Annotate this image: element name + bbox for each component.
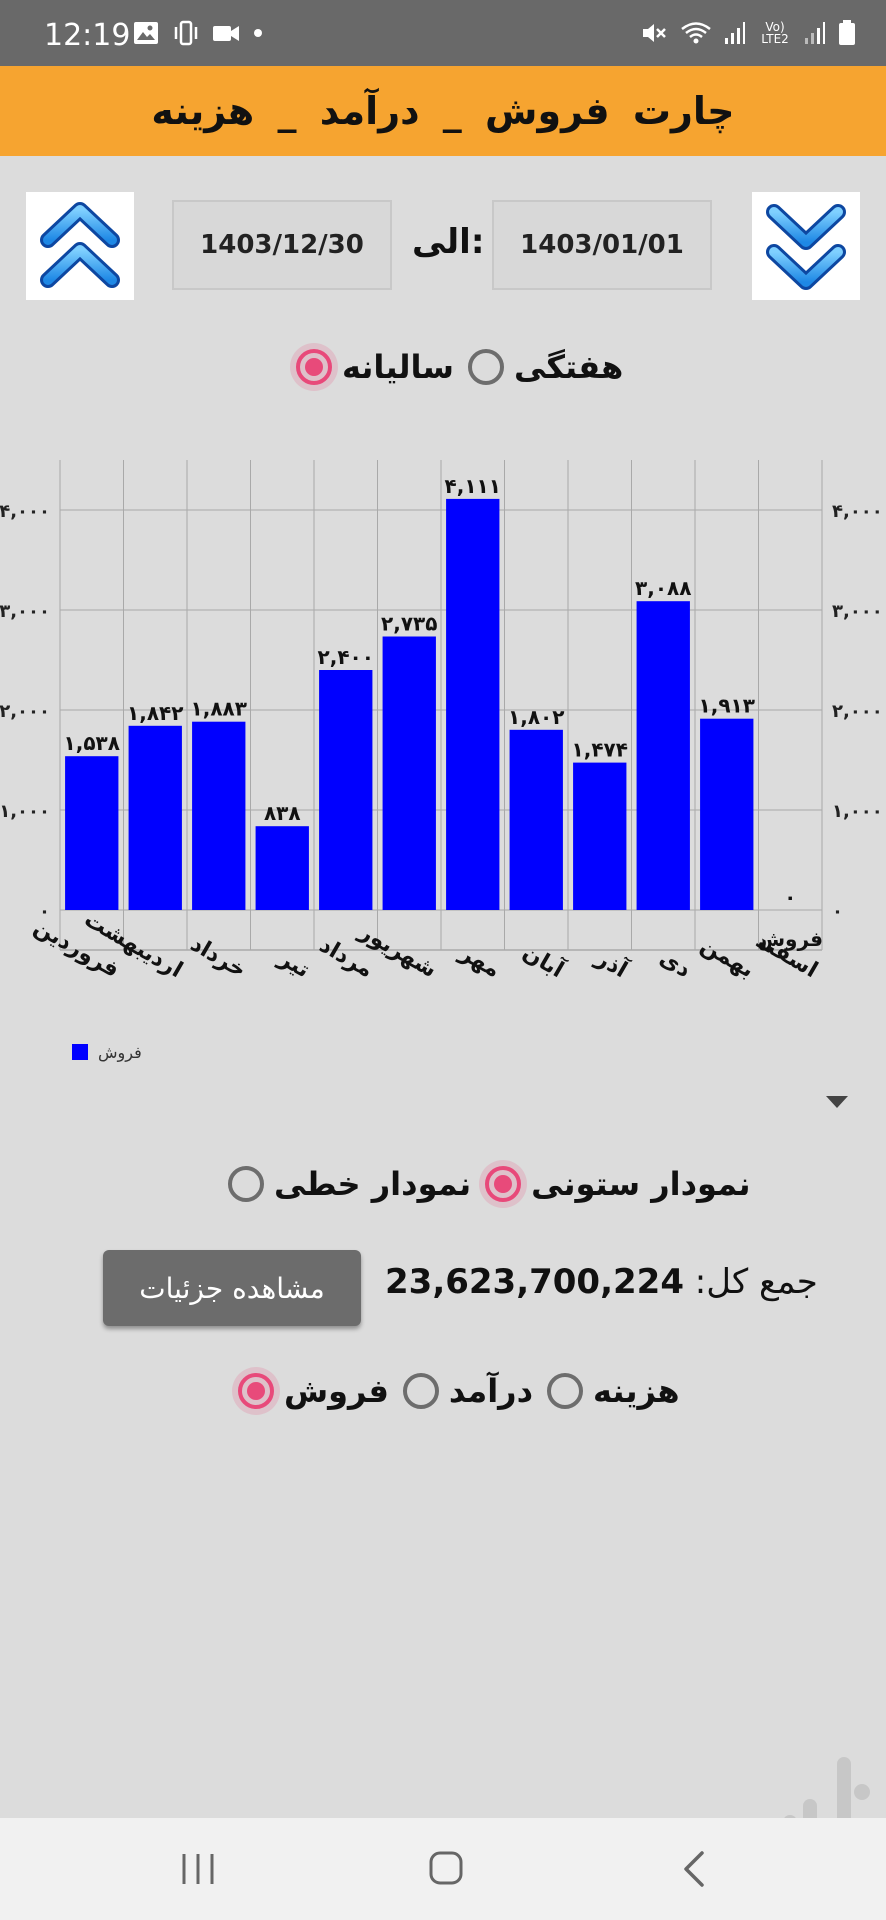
- bar: [255, 826, 309, 910]
- total-value: 23,623,700,224: [385, 1262, 684, 1302]
- sales-chart: ۰ ۰ ۱,۰۰۰ ۱,۰۰۰ ۲,۰۰۰ ۲,۰۰۰ ۳,۰۰۰ ۳,۰۰۰ ۴,۰۰۰ ۴,۰…: [0, 440, 886, 1080]
- bar-value-label: ۴,۱۱۱: [445, 474, 501, 498]
- x-tick-label: آذر: [591, 943, 634, 984]
- x-tick-label: مهر: [455, 940, 505, 983]
- period-option-weekly[interactable]: هفتگی: [468, 348, 623, 386]
- back-icon[interactable]: [680, 1850, 708, 1888]
- bar-value-label: ۱,۵۳۸: [64, 731, 120, 755]
- bar: [509, 729, 563, 910]
- period-yearly-label: سالیانه: [342, 348, 454, 386]
- data-income-radio[interactable]: [402, 1373, 439, 1409]
- x-tick-label: دی: [655, 946, 695, 983]
- data-option-expense[interactable]: هزینه: [547, 1372, 680, 1410]
- data-option-income[interactable]: درآمد: [402, 1372, 534, 1410]
- to-label: الی:: [412, 222, 485, 262]
- battery-icon: [839, 20, 855, 45]
- y-tick-label-left: ۱,۰۰۰: [0, 801, 50, 822]
- bar: [382, 636, 436, 910]
- period-radio-group: هفتگی سالیانه: [290, 343, 623, 391]
- video-icon: [213, 26, 239, 41]
- data-sales-radio[interactable]: [232, 1367, 280, 1415]
- signal-icon: [725, 22, 745, 44]
- bar-value-label: ۰: [784, 885, 796, 909]
- to-date-field[interactable]: 1403/12/30: [172, 200, 392, 290]
- x-tick-label: خرداد: [186, 932, 250, 983]
- signal-icon: [805, 22, 825, 44]
- bar: [65, 756, 119, 910]
- y-tick-label-right: ۱,۰۰۰: [832, 801, 883, 822]
- page-title: چارت فروش _ درآمد _ هزینه: [151, 89, 735, 133]
- home-icon[interactable]: [428, 1850, 464, 1886]
- data-sales-label: فروش: [284, 1372, 389, 1410]
- next-period-button[interactable]: [26, 192, 134, 300]
- bar-value-label: ۱,۸۴۲: [127, 701, 183, 725]
- data-income-label: درآمد: [448, 1372, 534, 1410]
- bar-value-label: ۱,۸۸۳: [191, 697, 247, 721]
- mute-icon: [643, 24, 666, 42]
- bar: [192, 721, 246, 910]
- from-date-field[interactable]: 1403/01/01: [492, 200, 712, 290]
- bar-value-label: ۸۳۸: [264, 801, 301, 825]
- status-bar: 12:19 Vo) LTE2: [0, 0, 886, 66]
- bar: [636, 601, 690, 910]
- data-type-radio-group: هزینه درآمد فروش: [232, 1367, 680, 1415]
- double-chevron-down-icon: [766, 204, 846, 290]
- x-tick-label: آبان: [518, 938, 569, 984]
- period-weekly-radio[interactable]: [468, 349, 504, 385]
- y-tick-label-left: ۲,۰۰۰: [0, 701, 50, 722]
- bar-chart-svg: ۰ ۰ ۱,۰۰۰ ۱,۰۰۰ ۲,۰۰۰ ۲,۰۰۰ ۳,۰۰۰ ۳,۰۰۰ ۴,۰۰۰ ۴,۰…: [0, 460, 883, 1063]
- y-tick-label-left: ۳,۰۰۰: [0, 601, 50, 622]
- wifi-icon: [681, 22, 711, 44]
- y-tick-label-right: ۴,۰۰۰: [832, 501, 883, 522]
- y-tick-label-left: ۴,۰۰۰: [0, 501, 50, 522]
- legend-swatch: [72, 1044, 88, 1060]
- data-expense-label: هزینه: [593, 1372, 680, 1410]
- chart-type-radio-group: نمودار ستونی نمودار خطی: [228, 1160, 751, 1208]
- dropdown-arrow-icon[interactable]: [826, 1096, 848, 1108]
- previous-period-button[interactable]: [752, 192, 860, 300]
- chart-option-bar[interactable]: نمودار ستونی: [479, 1160, 751, 1208]
- chart-line-label: نمودار خطی: [274, 1165, 472, 1203]
- image-icon: [134, 22, 158, 44]
- bar-value-label: ۱,۴۷۴: [572, 738, 628, 762]
- volte-label: Vo) LTE2: [761, 20, 789, 46]
- period-weekly-label: هفتگی: [514, 348, 624, 386]
- bar: [128, 725, 182, 910]
- data-expense-radio[interactable]: [547, 1373, 584, 1409]
- recent-apps-icon[interactable]: [180, 1852, 216, 1886]
- double-chevron-up-icon: [40, 202, 120, 288]
- y-tick-label-right: ۰: [832, 901, 843, 922]
- x-tick-label: بهمن: [696, 933, 758, 983]
- total-sum: جمع کل: 23,623,700,224: [385, 1262, 818, 1302]
- system-nav-bar: [0, 1818, 886, 1920]
- bar-value-label: ۱,۹۱۳: [699, 694, 755, 718]
- bar-value-label: ۲,۴۰۰: [318, 645, 374, 669]
- view-details-button[interactable]: مشاهده جزئیات: [103, 1250, 361, 1326]
- bar-value-label: ۱,۸۰۲: [508, 705, 564, 729]
- total-label: جمع کل:: [694, 1262, 818, 1302]
- legend-label: فروش: [98, 1043, 142, 1063]
- period-yearly-radio[interactable]: [290, 343, 338, 391]
- bar-value-label: ۳,۰۸۸: [635, 576, 691, 600]
- vibrate-icon: [174, 20, 198, 46]
- bar: [319, 670, 373, 910]
- x-tick-label: تیر: [274, 946, 314, 984]
- data-option-sales[interactable]: فروش: [232, 1367, 389, 1415]
- chart-bar-radio[interactable]: [479, 1160, 528, 1208]
- chart-bar-label: نمودار ستونی: [531, 1165, 751, 1203]
- chart-option-line[interactable]: نمودار خطی: [228, 1165, 471, 1203]
- bar: [573, 762, 627, 910]
- bar: [446, 498, 500, 910]
- y-tick-label-right: ۳,۰۰۰: [832, 601, 883, 622]
- bar: [700, 718, 754, 910]
- dot-icon: [254, 29, 262, 37]
- bar-value-label: ۲,۷۳۵: [381, 612, 437, 636]
- status-time: 12:19: [44, 18, 131, 53]
- period-option-yearly[interactable]: سالیانه: [290, 343, 454, 391]
- y-tick-label-right: ۲,۰۰۰: [832, 701, 883, 722]
- app-header: چارت فروش _ درآمد _ هزینه: [0, 66, 886, 156]
- chart-line-radio[interactable]: [228, 1166, 264, 1202]
